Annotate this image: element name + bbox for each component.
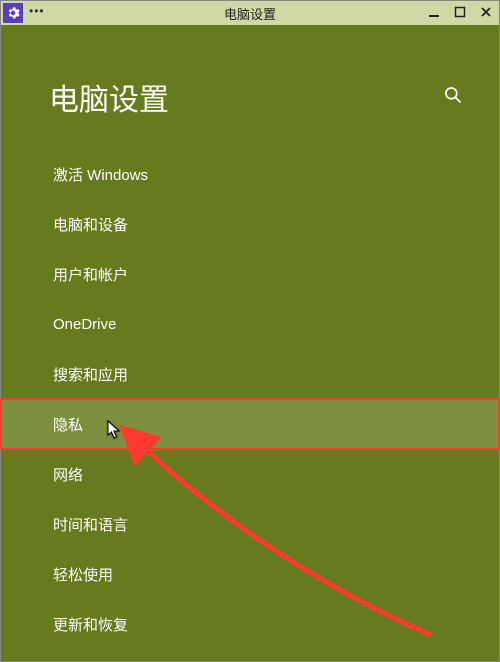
nav-item-label: 轻松使用: [53, 564, 113, 585]
close-button[interactable]: [479, 6, 493, 21]
search-icon[interactable]: [443, 85, 463, 110]
nav-item-label: OneDrive: [53, 316, 116, 333]
nav-list: 激活 Windows 电脑和设备 用户和帐户 OneDrive 搜索和应用 隐私…: [1, 149, 499, 649]
titlebar: ••• 电脑设置: [1, 1, 499, 25]
nav-item-label: 更新和恢复: [53, 614, 128, 635]
page-title: 电脑设置: [49, 75, 169, 119]
nav-item-network[interactable]: 网络: [1, 449, 499, 499]
nav-item-activate-windows[interactable]: 激活 Windows: [1, 149, 499, 199]
nav-item-time-language[interactable]: 时间和语言: [1, 499, 499, 549]
nav-item-label: 用户和帐户: [53, 264, 128, 285]
nav-item-onedrive[interactable]: OneDrive: [1, 299, 499, 349]
nav-item-label: 时间和语言: [53, 514, 128, 535]
nav-item-label: 电脑和设备: [53, 214, 128, 235]
window-controls: [427, 1, 493, 25]
titlebar-left: •••: [1, 3, 45, 23]
nav-item-privacy[interactable]: 隐私: [1, 399, 499, 449]
minimize-button[interactable]: [427, 6, 441, 21]
content-area: 电脑设置 激活 Windows 电脑和设备 用户和帐户 OneDrive 搜索和…: [1, 25, 499, 661]
maximize-button[interactable]: [453, 6, 467, 21]
nav-item-search-apps[interactable]: 搜索和应用: [1, 349, 499, 399]
nav-item-label: 激活 Windows: [53, 164, 148, 185]
nav-item-users-accounts[interactable]: 用户和帐户: [1, 249, 499, 299]
nav-item-ease-of-access[interactable]: 轻松使用: [1, 549, 499, 599]
window-title: 电脑设置: [1, 4, 499, 23]
nav-item-label: 网络: [53, 464, 83, 485]
nav-item-update-recovery[interactable]: 更新和恢复: [1, 599, 499, 649]
nav-item-label: 隐私: [53, 414, 83, 435]
app-icon: [3, 3, 23, 23]
titlebar-menu-dots[interactable]: •••: [29, 5, 45, 17]
nav-item-label: 搜索和应用: [53, 364, 128, 385]
header-row: 电脑设置: [1, 25, 499, 149]
nav-item-pc-devices[interactable]: 电脑和设备: [1, 199, 499, 249]
gear-icon: [6, 6, 20, 20]
